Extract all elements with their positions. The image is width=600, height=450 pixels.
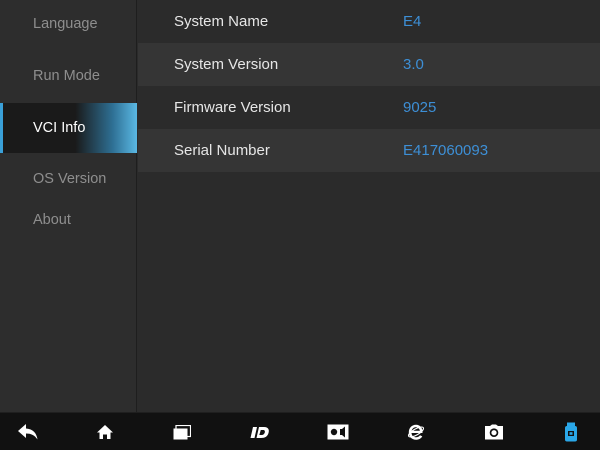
info-row-firmware-version: Firmware Version 9025 <box>138 86 600 129</box>
info-label: Serial Number <box>174 142 270 159</box>
camera-icon <box>484 424 504 440</box>
info-row-system-version: System Version 3.0 <box>138 43 600 86</box>
sidebar-item-label: Language <box>33 16 98 32</box>
display-settings-button[interactable] <box>318 413 358 450</box>
sidebar-item-label: OS Version <box>33 171 107 187</box>
info-row-serial-number: Serial Number E417060093 <box>138 129 600 172</box>
sidebar-item-language[interactable]: Language <box>0 0 137 48</box>
sidebar-item-vci-info[interactable]: VCI Info <box>0 103 137 153</box>
vci-connection-icon <box>564 422 578 442</box>
info-value: E4 <box>403 13 422 30</box>
info-label: System Version <box>174 56 279 73</box>
info-row-system-name: System Name E4 <box>138 0 600 43</box>
display-settings-icon <box>327 424 349 440</box>
diagnostic-app-icon <box>250 424 270 440</box>
sidebar-item-label: Run Mode <box>33 68 100 84</box>
vci-connection-button[interactable] <box>551 413 591 450</box>
sidebar-item-label: VCI Info <box>33 120 86 136</box>
diagnostic-app-button[interactable] <box>240 413 280 450</box>
info-value: E417060093 <box>403 142 489 159</box>
back-icon <box>17 423 39 441</box>
home-icon <box>96 424 114 440</box>
recent-apps-button[interactable] <box>162 413 202 450</box>
camera-button[interactable] <box>474 413 514 450</box>
sidebar-item-about[interactable]: About <box>0 196 137 244</box>
info-value: 9025 <box>403 99 437 116</box>
info-label: Firmware Version <box>174 99 291 116</box>
home-button[interactable] <box>85 413 125 450</box>
browser-icon <box>407 423 425 441</box>
browser-button[interactable] <box>396 413 436 450</box>
taskbar <box>0 412 600 450</box>
sidebar: Language Run Mode VCI Info OS Version Ab… <box>0 0 137 412</box>
sidebar-item-run-mode[interactable]: Run Mode <box>0 52 137 100</box>
info-value: 3.0 <box>403 56 424 73</box>
info-label: System Name <box>174 13 269 30</box>
sidebar-item-label: About <box>33 212 71 228</box>
vci-info-panel: System Name E4 System Version 3.0 Firmwa… <box>138 0 600 412</box>
back-button[interactable] <box>8 413 48 450</box>
recent-apps-icon <box>173 424 191 440</box>
